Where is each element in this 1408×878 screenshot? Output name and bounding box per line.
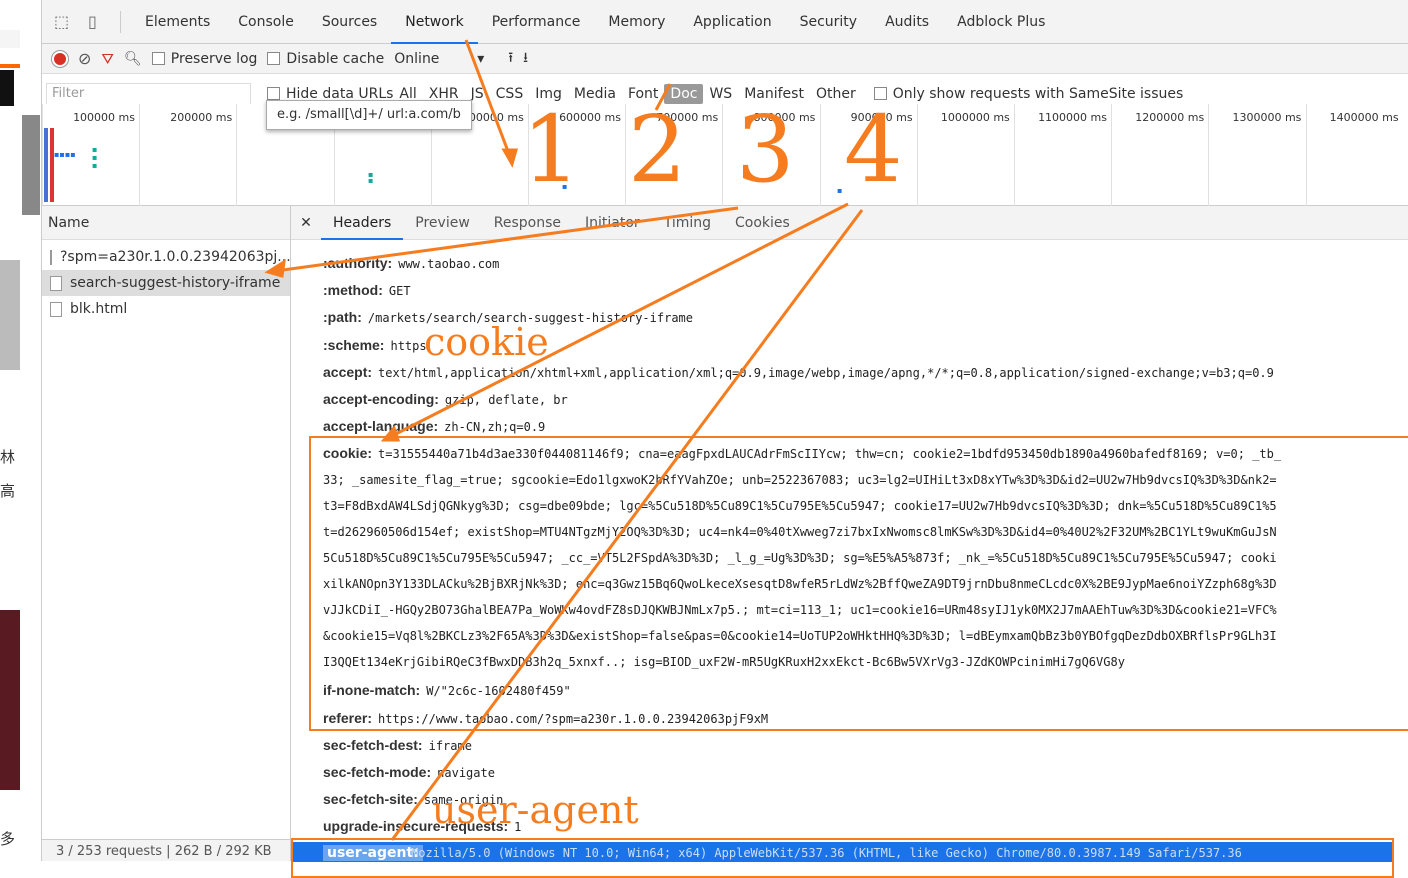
status-bar: 3 / 253 requests | 262 B / 292 KB xyxy=(42,839,290,861)
document-icon xyxy=(50,249,52,265)
tab-application[interactable]: Application xyxy=(679,0,785,44)
tab-adblock-plus[interactable]: Adblock Plus xyxy=(943,0,1059,44)
devtools-tabbar: ⬚ ▯ Elements Console Sources Network Per… xyxy=(42,0,1408,44)
tab-initiator[interactable]: Initiator xyxy=(573,206,652,240)
device-toolbar-icon[interactable]: ▯ xyxy=(88,12,110,32)
name-column-header[interactable]: Name xyxy=(42,206,290,240)
header-row[interactable]: :scheme: https xyxy=(323,332,427,359)
header-row[interactable]: :authority: www.taobao.com xyxy=(323,250,499,277)
request-row[interactable]: blk.html xyxy=(42,296,290,322)
import-har-icon[interactable]: ⭱ xyxy=(508,47,513,71)
annotation-user-agent-label: user-agent xyxy=(432,788,639,832)
filter-ws[interactable]: WS xyxy=(703,84,738,104)
close-icon[interactable]: ✕ xyxy=(291,215,321,231)
timeline-tick: 100000 ms xyxy=(42,104,139,206)
tab-sources[interactable]: Sources xyxy=(308,0,391,44)
dropdown-arrow-icon: ▾ xyxy=(477,50,485,67)
page-scrollbar[interactable] xyxy=(22,115,40,215)
tab-headers[interactable]: Headers xyxy=(321,206,404,240)
document-icon xyxy=(50,301,62,317)
tab-cookies[interactable]: Cookies xyxy=(723,206,802,240)
search-icon[interactable]: 🔍︎ xyxy=(124,51,142,67)
request-row[interactable]: ?spm=a230r.1.0.0.23942063pj... xyxy=(42,244,290,270)
network-overview-timeline[interactable]: ▪▪▪▪ ▪▪ ▪ ▪▪ ▪ ▪ 100000 ms200000 ms30000… xyxy=(42,104,1408,206)
background-page: 林 高 多 xyxy=(0,0,42,861)
annotation-number-2: 2 xyxy=(628,96,687,203)
tab-elements[interactable]: Elements xyxy=(131,0,224,44)
disable-cache-checkbox[interactable]: Disable cache xyxy=(267,51,384,67)
header-row[interactable]: sec-fetch-dest: iframe xyxy=(323,732,472,759)
timeline-tick: 1400000 ms xyxy=(1305,104,1403,206)
filter-input[interactable]: Filter xyxy=(46,82,251,105)
header-row[interactable]: :method: GET xyxy=(323,277,411,304)
preserve-log-checkbox[interactable]: Preserve log xyxy=(151,51,257,67)
page-text: 多 xyxy=(0,830,16,848)
page-text: 高 xyxy=(0,482,16,500)
timeline-tick: 1000000 ms xyxy=(916,104,1014,206)
tab-network[interactable]: Network xyxy=(391,0,479,44)
annotation-number-4: 4 xyxy=(844,96,903,203)
timeline-tick: 1100000 ms xyxy=(1014,104,1111,206)
tab-security[interactable]: Security xyxy=(786,0,872,44)
record-icon[interactable] xyxy=(52,50,68,67)
timeline-tick: 1200000 ms xyxy=(1111,104,1208,206)
timeline-tick: 200000 ms xyxy=(139,104,236,206)
export-har-icon[interactable]: ⭳ xyxy=(523,47,528,71)
tab-performance[interactable]: Performance xyxy=(478,0,595,44)
tab-memory[interactable]: Memory xyxy=(594,0,679,44)
header-row[interactable]: sec-fetch-mode: navigate xyxy=(323,759,495,786)
tab-console[interactable]: Console xyxy=(224,0,308,44)
annotation-number-1: 1 xyxy=(522,96,581,203)
annotation-number-3: 3 xyxy=(736,96,795,203)
filter-tooltip: e.g. /small[\d]+/ url:a.com/b xyxy=(266,100,472,130)
timeline-tick: 1300000 ms xyxy=(1208,104,1305,206)
network-toolbar: ⊘ ⛛ 🔍︎ Preserve log Disable cache Online… xyxy=(42,44,1408,74)
tab-audits[interactable]: Audits xyxy=(871,0,943,44)
samesite-checkbox[interactable]: Only show requests with SameSite issues xyxy=(873,86,1183,102)
document-icon xyxy=(50,275,62,291)
request-list: Name ?spm=a230r.1.0.0.23942063pj... sear… xyxy=(42,206,291,861)
tab-response[interactable]: Response xyxy=(482,206,573,240)
filter-icon[interactable]: ⛛ xyxy=(101,50,114,68)
annotation-cookie-label: cookie xyxy=(424,320,549,364)
request-row-selected[interactable]: search-suggest-history-iframe xyxy=(42,270,290,296)
user-agent-highlight-box xyxy=(291,838,1394,878)
request-details: ✕ Headers Preview Response Initiator Tim… xyxy=(291,206,1408,878)
tab-preview[interactable]: Preview xyxy=(403,206,482,240)
throttling-select[interactable]: Online ▾ xyxy=(394,51,484,67)
cookie-highlight-box xyxy=(309,436,1408,731)
inspect-element-icon[interactable]: ⬚ xyxy=(54,12,76,32)
clear-icon[interactable]: ⊘ xyxy=(78,49,91,68)
devtools: ⬚ ▯ Elements Console Sources Network Per… xyxy=(42,0,1408,878)
page-text: 林 xyxy=(0,448,16,466)
tab-timing[interactable]: Timing xyxy=(652,206,723,240)
header-row[interactable]: accept-encoding: gzip, deflate, br xyxy=(323,386,568,413)
